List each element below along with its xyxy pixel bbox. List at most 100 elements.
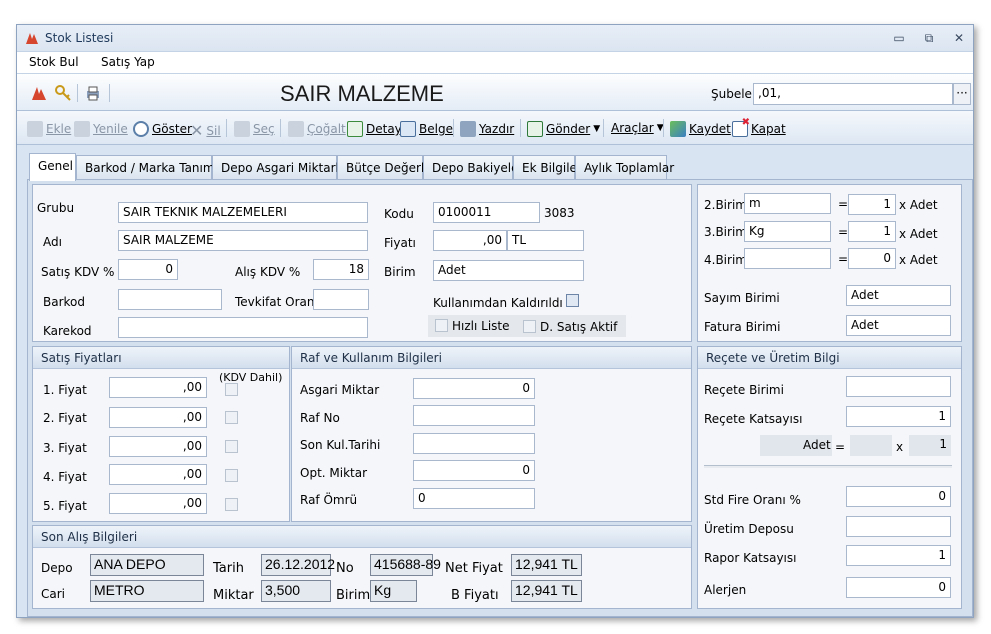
kullanimdan-kaldirildi-checkbox[interactable] bbox=[566, 294, 579, 307]
yazdir-button[interactable]: Yazdır bbox=[460, 121, 514, 137]
tab-ek-bilgiler[interactable]: Ek Bilgiler bbox=[513, 155, 582, 180]
sayim-birimi-input[interactable]: Adet bbox=[846, 285, 951, 306]
recete-birimi-input[interactable] bbox=[846, 376, 951, 397]
adi-input[interactable]: SAIR MALZEME bbox=[118, 230, 368, 251]
grubu-input[interactable]: SAIR TEKNIK MALZEMELERI bbox=[118, 202, 368, 223]
fiyati-input[interactable]: ,00 bbox=[433, 230, 507, 251]
kapat-button[interactable]: ✖ Kapat bbox=[732, 117, 786, 137]
menu-satis-yap[interactable]: Satış Yap bbox=[101, 55, 155, 69]
araclar-button[interactable]: Araçlar ▼ bbox=[611, 121, 664, 135]
birim3-eq: = bbox=[838, 225, 849, 239]
birim3-input[interactable]: Kg bbox=[744, 221, 831, 242]
subeler-browse-button[interactable]: ··· bbox=[953, 83, 971, 105]
depo-label: Depo bbox=[41, 561, 73, 575]
tevkifat-input[interactable] bbox=[313, 289, 369, 310]
raf-kullanim-header: Raf ve Kullanım Bilgileri bbox=[292, 347, 691, 369]
d-satis-aktif-checkbox[interactable] bbox=[523, 320, 536, 333]
son-alis-panel: Son Alış Bilgileri Depo ANA DEPO Tarih 2… bbox=[32, 525, 692, 609]
sil-button[interactable]: ✕ Sil bbox=[190, 121, 221, 140]
birim4-input[interactable] bbox=[744, 248, 831, 269]
logo-icon[interactable] bbox=[31, 85, 47, 101]
tab-depo-asgari[interactable]: Depo Asgari Miktarları bbox=[212, 155, 355, 180]
close-button[interactable]: ✕ bbox=[950, 30, 968, 46]
birim2-qty-input[interactable]: 1 bbox=[848, 194, 896, 215]
tab-depo-bakiyeleri[interactable]: Depo Bakiyeleri bbox=[423, 155, 527, 180]
fiyat4-input[interactable]: ,00 bbox=[109, 464, 207, 485]
gonder-button[interactable]: Gönder ▼ bbox=[527, 121, 600, 137]
minimize-button[interactable]: ▭ bbox=[890, 30, 908, 46]
barkod-input[interactable] bbox=[118, 289, 222, 310]
birim-label: Birim bbox=[384, 265, 416, 279]
goster-button[interactable]: Göster bbox=[133, 121, 192, 137]
fatura-birimi-input[interactable]: Adet bbox=[846, 315, 951, 336]
depo-value: ANA DEPO bbox=[90, 554, 204, 576]
asgari-miktar-input[interactable]: 0 bbox=[413, 378, 535, 399]
action-toolbar: Ekle Yenile Göster ✕ Sil Seç Çoğalt Detay… bbox=[17, 111, 973, 145]
cogalt-button[interactable]: Çoğalt bbox=[288, 121, 346, 137]
birim3-qty-input[interactable]: 1 bbox=[848, 221, 896, 242]
adet-label: Adet bbox=[803, 438, 831, 452]
miktar-label: Miktar bbox=[213, 588, 254, 603]
alis-kdv-input[interactable]: 18 bbox=[313, 259, 369, 280]
opt-miktar-input[interactable]: 0 bbox=[413, 460, 535, 481]
print-setup-icon[interactable] bbox=[85, 85, 101, 101]
tab-aylik-toplamlar[interactable]: Aylık Toplamlar bbox=[575, 155, 674, 180]
key-icon[interactable] bbox=[55, 85, 71, 101]
son-kul-tarihi-label: Son Kul.Tarihi bbox=[300, 438, 381, 452]
yenile-button[interactable]: Yenile bbox=[74, 121, 128, 137]
tab-butce[interactable]: Bütçe Değerleri bbox=[337, 155, 440, 180]
kodu-input[interactable]: 0100011 bbox=[433, 202, 540, 223]
fiyat3-input[interactable]: ,00 bbox=[109, 436, 207, 457]
raf-kullanim-panel: Raf ve Kullanım Bilgileri Asgari Miktar … bbox=[291, 346, 692, 522]
birim-input[interactable]: Adet bbox=[433, 260, 584, 281]
satis-fiyatlari-header: Satış Fiyatları bbox=[33, 347, 289, 369]
fiyat5-kdv-checkbox[interactable] bbox=[225, 498, 238, 511]
birimi-label: Birimi bbox=[336, 588, 374, 603]
rapor-katsayisi-input[interactable]: 1 bbox=[846, 545, 951, 566]
birim2-input[interactable]: m bbox=[744, 193, 831, 214]
fiyat5-input[interactable]: ,00 bbox=[109, 493, 207, 514]
fiyat2-input[interactable]: ,00 bbox=[109, 407, 207, 428]
subeler-input[interactable]: ,01, bbox=[753, 83, 953, 105]
fiyat1-kdv-checkbox[interactable] bbox=[225, 383, 238, 396]
detay-button[interactable]: Detay bbox=[347, 121, 402, 137]
birim4-qty-input[interactable]: 0 bbox=[848, 248, 896, 269]
rapor-katsayisi-label: Rapor Katsayısı bbox=[704, 551, 797, 565]
tarih-label: Tarih bbox=[213, 561, 244, 576]
cari-label: Cari bbox=[41, 587, 65, 601]
fiyati-currency-input[interactable]: TL bbox=[507, 230, 584, 251]
raf-no-input[interactable] bbox=[413, 405, 535, 426]
satis-kdv-input[interactable]: 0 bbox=[118, 259, 178, 280]
raf-omru-input[interactable]: 0 bbox=[413, 488, 535, 509]
hizli-liste-checkbox[interactable] bbox=[435, 319, 448, 332]
kaydet-button[interactable]: Kaydet bbox=[670, 121, 731, 137]
birim4-label: 4.Birim bbox=[704, 253, 747, 267]
satis-kdv-label: Satış KDV % bbox=[41, 265, 115, 279]
ekle-button[interactable]: Ekle bbox=[27, 121, 71, 137]
karekod-label: Karekod bbox=[43, 324, 92, 338]
conversion-empty-field[interactable] bbox=[850, 435, 892, 456]
recete-katsayisi-input[interactable]: 1 bbox=[846, 406, 951, 427]
menu-stok-bul[interactable]: Stok Bul bbox=[29, 55, 79, 69]
son-kul-tarihi-input[interactable] bbox=[413, 433, 535, 454]
fiyat3-kdv-checkbox[interactable] bbox=[225, 440, 238, 453]
belge-button[interactable]: Belge bbox=[400, 121, 453, 137]
sec-button[interactable]: Seç bbox=[234, 121, 275, 137]
asgari-miktar-label: Asgari Miktar bbox=[300, 383, 380, 397]
fiyat1-input[interactable]: ,00 bbox=[109, 377, 207, 398]
fiyat4-kdv-checkbox[interactable] bbox=[225, 469, 238, 482]
fiyati-label: Fiyatı bbox=[384, 236, 416, 250]
conversion-value[interactable]: 1 bbox=[909, 435, 951, 456]
fiyat2-kdv-checkbox[interactable] bbox=[225, 411, 238, 424]
std-fire-input[interactable]: 0 bbox=[846, 486, 951, 507]
birim4-unit: x Adet bbox=[899, 253, 938, 267]
restore-button[interactable]: ⧉ bbox=[920, 30, 938, 46]
uretim-deposu-input[interactable] bbox=[846, 516, 951, 537]
alerjen-input[interactable]: 0 bbox=[846, 577, 951, 598]
add-icon bbox=[27, 121, 43, 137]
birim2-eq: = bbox=[838, 197, 849, 211]
tab-barkod-marka[interactable]: Barkod / Marka Tanımları bbox=[76, 155, 234, 180]
karekod-input[interactable] bbox=[118, 317, 368, 338]
std-fire-label: Std Fire Oranı % bbox=[704, 493, 801, 507]
tab-genel[interactable]: Genel bbox=[29, 153, 76, 181]
